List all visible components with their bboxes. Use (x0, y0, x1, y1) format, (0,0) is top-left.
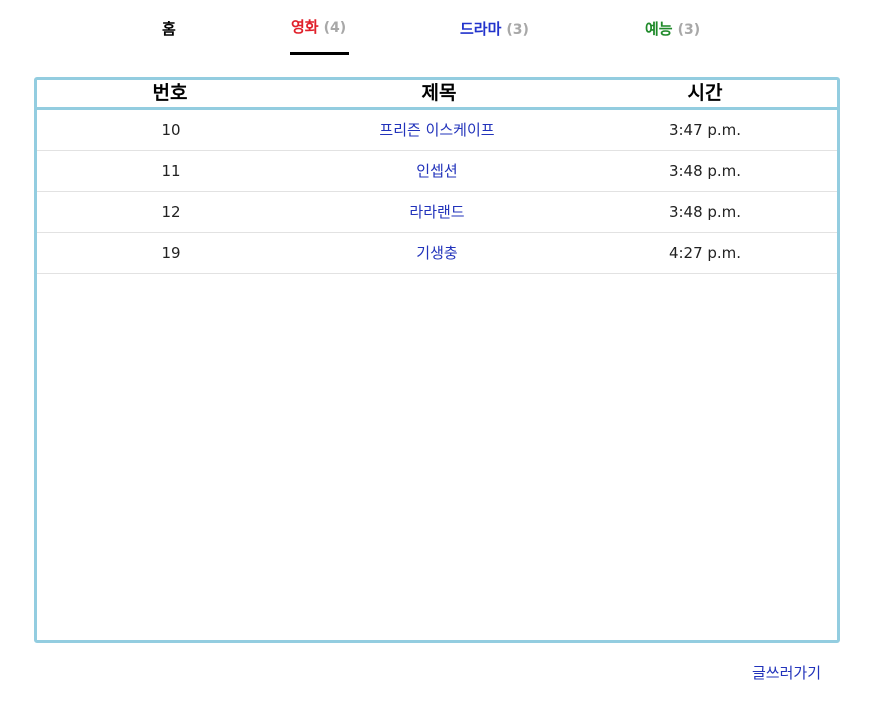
tab-home-label: 홈 (162, 20, 176, 38)
tab-drama[interactable]: 드라마 (3) (460, 19, 529, 40)
table-row: 10 프리즌 이스케이프 3:47 p.m. (37, 110, 837, 151)
row-number: 11 (161, 162, 181, 180)
header-time: 시간 (687, 82, 723, 104)
row-title-link[interactable]: 인셉션 (337, 162, 537, 180)
tab-variety[interactable]: 예능 (3) (645, 19, 700, 40)
row-time: 4:27 p.m. (668, 244, 742, 262)
table-row: 19 기생충 4:27 p.m. (37, 233, 837, 274)
active-tab-indicator (290, 52, 349, 55)
write-post-link[interactable]: 글쓰러가기 (752, 663, 821, 683)
tab-movie[interactable]: 영화 (4) (291, 17, 346, 38)
row-number: 12 (161, 203, 181, 221)
row-time: 3:48 p.m. (668, 203, 742, 221)
table-row: 12 라라랜드 3:48 p.m. (37, 192, 837, 233)
header-title: 제목 (421, 82, 457, 104)
table-row: 11 인셉션 3:48 p.m. (37, 151, 837, 192)
page: 홈 영화 (4) 드라마 (3) 예능 (3) 번호 제목 시간 10 프리즌 이스케… (0, 0, 885, 707)
table-body: 10 프리즌 이스케이프 3:47 p.m. 11 인셉션 3:48 p.m. … (37, 110, 837, 274)
row-title-link[interactable]: 기생충 (337, 244, 537, 262)
tab-variety-label: 예능 (645, 20, 673, 38)
row-number: 19 (161, 244, 181, 262)
row-time: 3:47 p.m. (668, 121, 742, 139)
header-number: 번호 (152, 82, 188, 104)
table-header: 번호 제목 시간 (37, 80, 837, 110)
row-number: 10 (161, 121, 181, 139)
row-time: 3:48 p.m. (668, 162, 742, 180)
row-title-link[interactable]: 라라랜드 (337, 203, 537, 221)
tab-movie-label: 영화 (291, 18, 319, 36)
row-title-link[interactable]: 프리즌 이스케이프 (337, 121, 537, 139)
tab-home[interactable]: 홈 (162, 19, 176, 39)
tab-movie-count: (4) (323, 20, 347, 36)
tab-drama-count: (3) (506, 22, 529, 38)
tab-variety-count: (3) (677, 22, 701, 38)
tab-drama-label: 드라마 (460, 20, 502, 38)
post-board: 번호 제목 시간 10 프리즌 이스케이프 3:47 p.m. 11 인셉션 3… (34, 77, 840, 643)
category-tabs: 홈 영화 (4) 드라마 (3) 예능 (3) (0, 0, 885, 60)
